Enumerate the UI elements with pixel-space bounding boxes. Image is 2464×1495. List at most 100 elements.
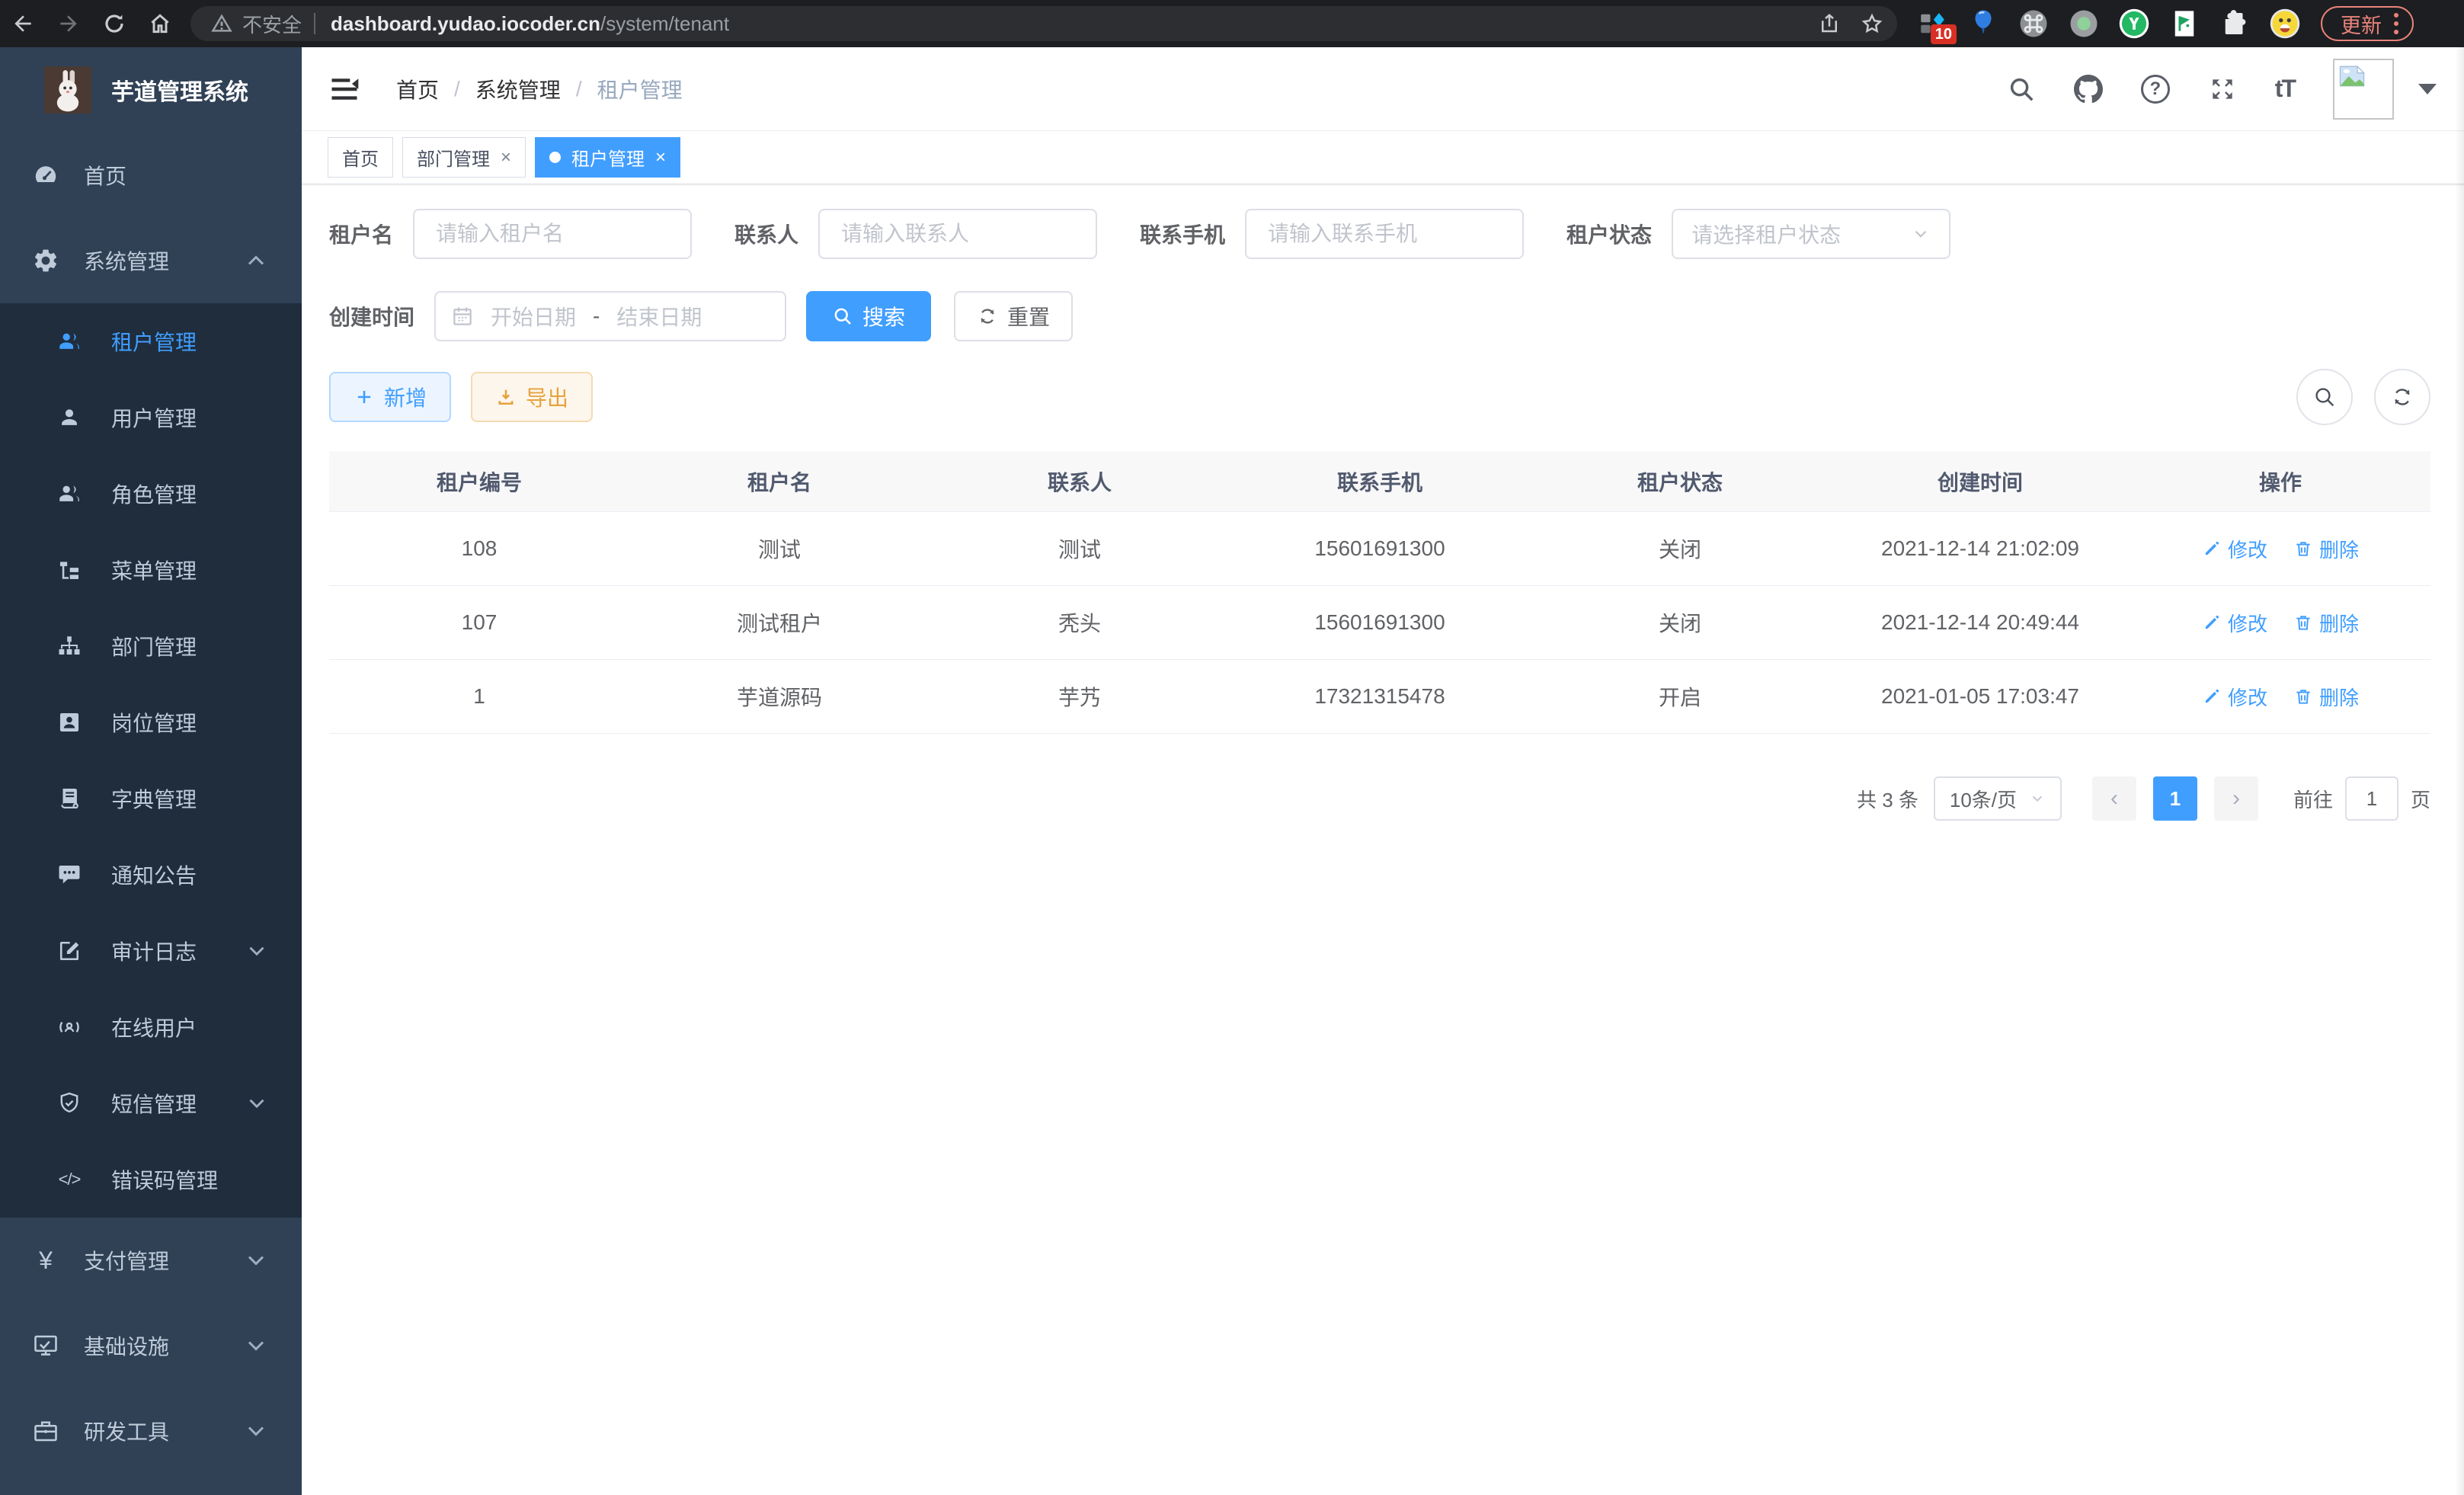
goto-label: 前往 (2293, 785, 2333, 813)
sidebar-item-home[interactable]: 首页 (0, 133, 302, 218)
table-row: 107 测试租户 秃头 15601691300 关闭 2021-12-14 20… (329, 586, 2430, 660)
address-bar[interactable]: 不安全 dashboard.yudao.iocoder.cn/system/te… (190, 6, 1897, 41)
end-date-placeholder[interactable]: 结束日期 (616, 301, 702, 331)
github-icon[interactable] (2074, 75, 2103, 104)
search-button[interactable]: 搜索 (806, 291, 931, 341)
toolbar-row: 新增 导出 (329, 369, 2430, 425)
sidebar-item-sms[interactable]: 短信管理 (0, 1065, 302, 1141)
sidebar-item-label: 系统管理 (84, 245, 169, 276)
browser-forward-button[interactable] (46, 7, 91, 40)
sidebar-item-notice[interactable]: 通知公告 (0, 837, 302, 913)
goto-page-input[interactable] (2345, 776, 2398, 821)
security-label[interactable]: 不安全 (242, 10, 302, 38)
browser-reload-button[interactable] (91, 7, 137, 40)
contact-input[interactable] (818, 209, 1097, 259)
sidebar-item-infra[interactable]: 基础设施 (0, 1303, 302, 1388)
delete-link[interactable]: 删除 (2293, 535, 2359, 563)
browser-menu-icon[interactable] (2394, 13, 2398, 34)
sidebar-item-label: 用户管理 (111, 402, 197, 433)
sidebar-item-dept[interactable]: 部门管理 (0, 608, 302, 684)
create-time-range-picker[interactable]: 开始日期 - 结束日期 (434, 291, 786, 341)
edit-link[interactable]: 修改 (2202, 535, 2267, 563)
export-button[interactable]: 导出 (471, 372, 593, 422)
delete-link[interactable]: 删除 (2293, 609, 2359, 637)
search-icon[interactable] (2007, 75, 2036, 104)
tab-tenant[interactable]: 租户管理 × (535, 137, 680, 178)
fullscreen-icon[interactable] (2208, 75, 2237, 104)
refresh-table-button[interactable] (2374, 369, 2430, 425)
edit-link[interactable]: 修改 (2202, 609, 2267, 637)
search-icon (832, 306, 853, 327)
profile-avatar-icon[interactable] (2269, 8, 2301, 40)
shield-check-icon (56, 1090, 82, 1116)
page-unit-label: 页 (2411, 785, 2430, 813)
url-text[interactable]: dashboard.yudao.iocoder.cn/system/tenant (331, 12, 729, 36)
extensions-puzzle-icon[interactable] (2219, 8, 2251, 40)
sidebar-collapse-icon[interactable] (328, 72, 361, 106)
tab-home[interactable]: 首页 (328, 137, 393, 178)
tab-close-icon[interactable]: × (501, 147, 511, 168)
sidebar-item-audit-log[interactable]: 审计日志 (0, 913, 302, 989)
share-icon[interactable] (1818, 12, 1841, 35)
sidebar-item-label: 基础设施 (84, 1330, 169, 1361)
status-select[interactable]: 请选择租户状态 (1672, 209, 1950, 259)
sidebar-item-user[interactable]: 用户管理 (0, 379, 302, 456)
tab-close-icon[interactable]: × (655, 147, 666, 168)
yen-icon: ¥ (32, 1248, 59, 1273)
breadcrumb-home[interactable]: 首页 (396, 74, 439, 104)
extension-tiles-icon[interactable]: 10 (1917, 8, 1949, 40)
extension-y-icon[interactable] (2118, 8, 2150, 40)
extension-command-icon[interactable] (2018, 8, 2050, 40)
sidebar-item-dict[interactable]: 字典管理 (0, 760, 302, 837)
table-row: 1 芋道源码 芋艿 17321315478 开启 2021-01-05 17:0… (329, 660, 2430, 734)
tenant-status: 开启 (1530, 681, 1830, 712)
sidebar-item-devtools[interactable]: 研发工具 (0, 1388, 302, 1474)
mobile-input[interactable] (1245, 209, 1524, 259)
avatar-dropdown-icon[interactable] (2418, 84, 2437, 94)
browser-back-button[interactable] (0, 7, 46, 40)
font-size-icon[interactable]: tT (2275, 75, 2295, 103)
avatar[interactable] (2333, 59, 2394, 120)
start-date-placeholder[interactable]: 开始日期 (491, 301, 576, 331)
tab-dept[interactable]: 部门管理 × (402, 137, 526, 178)
message-icon (56, 862, 82, 888)
extension-balloon-icon[interactable] (1967, 8, 1999, 40)
page-size-select[interactable]: 10条/页 (1934, 776, 2062, 821)
sidebar-item-tenant[interactable]: 租户管理 (0, 303, 302, 379)
prev-page-button[interactable]: ‹ (2092, 776, 2136, 821)
next-page-button[interactable]: › (2214, 776, 2258, 821)
tenant-id: 1 (329, 684, 629, 709)
browser-update-button[interactable]: 更新 (2321, 6, 2414, 41)
record-icon (2068, 8, 2100, 40)
sidebar-item-system[interactable]: 系统管理 (0, 218, 302, 303)
extension-record-icon[interactable] (2068, 8, 2100, 40)
app-logo[interactable]: 芋道管理系统 (0, 47, 302, 133)
trash-icon (2293, 539, 2313, 559)
extension-flag-icon[interactable] (2168, 8, 2200, 40)
tenant-name: 测试租户 (629, 607, 930, 638)
current-page-button[interactable]: 1 (2153, 776, 2197, 821)
tenant-created: 2021-12-14 20:49:44 (1830, 610, 2130, 635)
sidebar-item-post[interactable]: 岗位管理 (0, 684, 302, 760)
reset-button[interactable]: 重置 (954, 291, 1073, 341)
bookmark-star-icon[interactable] (1861, 12, 1883, 35)
sidebar-item-error-code[interactable]: </> 错误码管理 (0, 1141, 302, 1218)
column-header: 操作 (2130, 466, 2430, 497)
edit-link[interactable]: 修改 (2202, 683, 2267, 711)
show-search-button[interactable] (2296, 369, 2353, 425)
tenant-name-input[interactable] (413, 209, 692, 259)
add-button[interactable]: 新增 (329, 372, 451, 422)
badge-icon (56, 709, 82, 735)
sidebar-item-role[interactable]: 角色管理 (0, 456, 302, 532)
sidebar-item-menu[interactable]: 菜单管理 (0, 532, 302, 608)
command-icon (2018, 8, 2050, 40)
sidebar-item-label: 岗位管理 (111, 707, 197, 738)
breadcrumb-system[interactable]: 系统管理 (475, 74, 561, 104)
tab-label: 部门管理 (417, 144, 490, 171)
browser-home-button[interactable] (137, 7, 183, 40)
delete-link[interactable]: 删除 (2293, 683, 2359, 711)
help-icon[interactable]: ? (2141, 75, 2170, 104)
sidebar-item-payment[interactable]: ¥ 支付管理 (0, 1218, 302, 1303)
sidebar-item-online-users[interactable]: 在线用户 (0, 989, 302, 1065)
warning-icon (210, 12, 233, 35)
